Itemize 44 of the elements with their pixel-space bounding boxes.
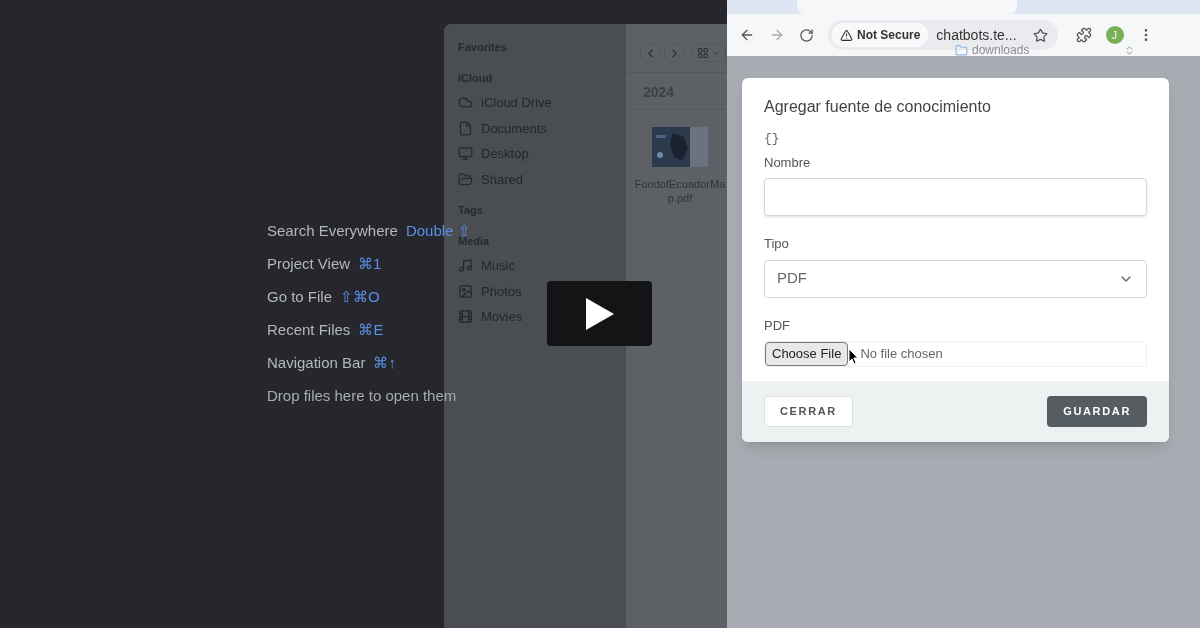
play-button[interactable] (547, 281, 652, 346)
field-label: Nombre (764, 153, 812, 172)
field-label: Tipo (764, 235, 790, 253)
shortcut-keys: ⇧⌘O (340, 286, 380, 309)
folder-icon (955, 43, 968, 57)
photos-icon (458, 283, 473, 299)
play-icon (585, 297, 614, 330)
grid-icon (697, 47, 709, 59)
shared-icon (458, 171, 473, 187)
shortcut-label: Go to File (267, 287, 333, 308)
field-label: PDF (764, 316, 791, 335)
movies-icon (458, 309, 473, 325)
chevron-icon (711, 48, 721, 58)
location-popup[interactable]: downloads (955, 42, 1135, 58)
music-icon (458, 258, 473, 274)
security-chip[interactable]: Not Secure (832, 23, 929, 47)
file-status: No file chosen (860, 345, 943, 364)
desktop-icon (458, 146, 473, 162)
back-icon[interactable] (739, 27, 755, 43)
cloud-icon (458, 95, 473, 111)
select-field[interactable]: PDF (764, 259, 1147, 298)
file-field[interactable]: Choose File No file chosen (764, 341, 1147, 367)
shortcut-label: Search Everywhere (267, 221, 398, 242)
shortcut-keys: ⌘E (358, 319, 384, 342)
close-button[interactable]: CERRAR (764, 396, 853, 427)
shortcut-label: Recent Files (267, 320, 351, 341)
shortcut-label: Project View (267, 254, 351, 275)
reload-icon[interactable] (799, 27, 814, 43)
star-icon[interactable] (1032, 27, 1048, 43)
document-icon (458, 120, 473, 136)
extensions-icon[interactable] (1075, 27, 1092, 43)
cursor-icon (849, 349, 859, 365)
save-button[interactable]: GUARDAR (1047, 396, 1147, 427)
braces-icon: {} (764, 129, 780, 149)
modal-title: Agregar fuente de conocimiento (763, 97, 992, 117)
choose-file-button[interactable]: Choose File (765, 342, 849, 366)
shortcut-keys: ⌘↑ (373, 352, 396, 375)
warning-icon (840, 28, 853, 42)
drop-hint: Drop files here to open them (267, 386, 458, 407)
url-text: chatbots.te... (936, 25, 1017, 45)
shortcut-keys: ⌘1 (358, 253, 382, 276)
updown-icon (1124, 44, 1135, 56)
shortcut-label: Navigation Bar (267, 353, 366, 374)
avatar[interactable]: J (1105, 26, 1124, 44)
